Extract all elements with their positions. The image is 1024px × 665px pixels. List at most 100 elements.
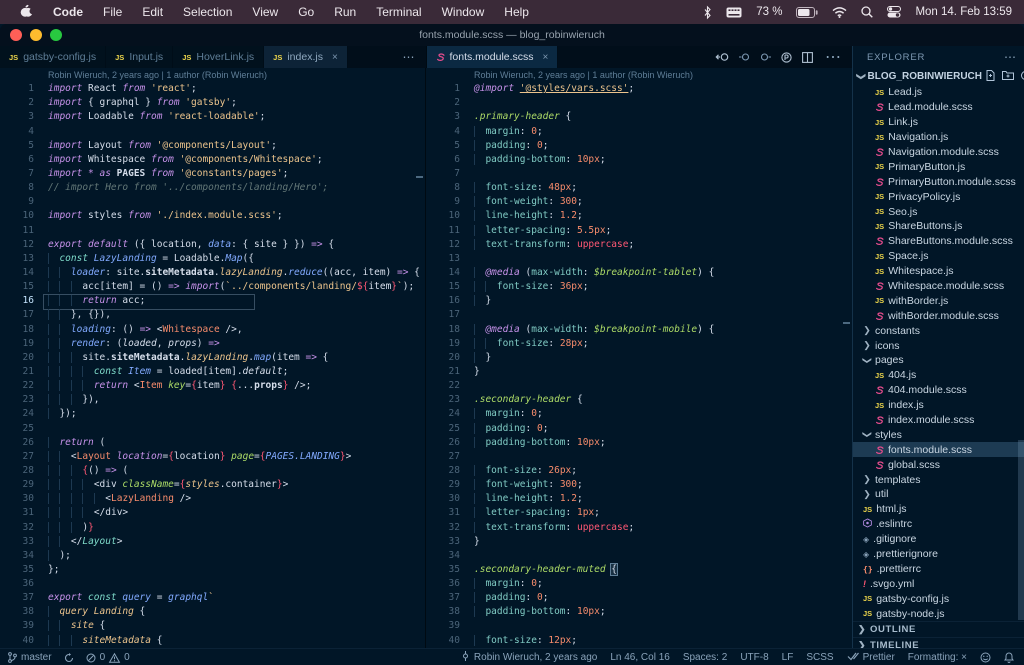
close-tab-icon[interactable]: × — [332, 52, 338, 63]
line-number[interactable]: 28 — [426, 464, 460, 478]
code-line[interactable]: 6import Whitespace from '@components/Whi… — [0, 153, 425, 167]
line-number[interactable]: 15 — [0, 280, 34, 294]
line-number[interactable]: 35 — [0, 563, 34, 577]
split-editor-icon[interactable] — [802, 52, 813, 63]
line-number[interactable]: 8 — [0, 181, 34, 195]
code-line[interactable]: 25 padding: 0; — [426, 422, 852, 436]
code-line[interactable]: 14 @media (max-width: $breakpoint-tablet… — [426, 266, 852, 280]
code-line[interactable]: 15 font-size: 36px; — [426, 280, 852, 294]
file-tree-item-Whitespace.js[interactable]: JSWhitespace.js — [853, 264, 1024, 279]
code-line[interactable]: 36 — [0, 577, 425, 591]
code-line[interactable]: 2import { graphql } from 'gatsby'; — [0, 96, 425, 110]
line-number[interactable]: 16 — [426, 294, 460, 308]
line-number[interactable]: 23 — [0, 393, 34, 407]
line-number[interactable]: 16 — [0, 294, 34, 308]
code-line[interactable]: 5 padding: 0; — [426, 139, 852, 153]
code-line[interactable]: 19 font-size: 28px; — [426, 337, 852, 351]
feedback-icon[interactable] — [980, 652, 991, 663]
code-line[interactable]: 22 return <Item key={item} {...props} />… — [0, 379, 425, 393]
status-item-formatting-[interactable]: Formatting: × — [908, 652, 967, 663]
code-line[interactable]: 9 — [0, 195, 425, 209]
file-tree-item-404.js[interactable]: JS404.js — [853, 368, 1024, 383]
code-line[interactable]: 17 }, {}), — [0, 308, 425, 322]
code-line[interactable]: 21} — [426, 365, 852, 379]
code-line[interactable]: 31 </div> — [0, 506, 425, 520]
line-number[interactable]: 7 — [426, 167, 460, 181]
file-tree-item-Space.js[interactable]: JSSpace.js — [853, 249, 1024, 264]
line-number[interactable]: 36 — [426, 577, 460, 591]
close-tab-icon[interactable]: × — [543, 52, 549, 63]
search-icon[interactable] — [861, 6, 873, 18]
sidebar-scrollbar[interactable] — [1018, 440, 1024, 620]
code-line[interactable]: 40 font-size: 12px; — [426, 634, 852, 648]
file-tree-item-PrimaryButton.js[interactable]: JSPrimaryButton.js — [853, 159, 1024, 174]
bell-icon[interactable] — [1004, 652, 1014, 663]
file-tree-item-PrivacyPolicy.js[interactable]: JSPrivacyPolicy.js — [853, 189, 1024, 204]
code-line[interactable]: 26 padding-bottom: 10px; — [426, 436, 852, 450]
code-line[interactable]: 33} — [426, 535, 852, 549]
line-number[interactable]: 1 — [426, 82, 460, 96]
line-number[interactable]: 30 — [0, 492, 34, 506]
file-tree-item-index.js[interactable]: JSindex.js — [853, 398, 1024, 413]
window-titlebar[interactable]: fonts.module.scss — blog_robinwieruch — [0, 24, 1024, 46]
line-number[interactable]: 6 — [426, 153, 460, 167]
file-tree-item-styles[interactable]: ❯styles — [853, 427, 1024, 442]
line-number[interactable]: 33 — [426, 535, 460, 549]
line-number[interactable]: 20 — [0, 351, 34, 365]
line-number[interactable]: 9 — [426, 195, 460, 209]
file-tree-item-.eslintrc[interactable]: .eslintrc — [853, 517, 1024, 532]
line-number[interactable]: 13 — [426, 252, 460, 266]
line-number[interactable]: 38 — [426, 605, 460, 619]
file-tree-item-icons[interactable]: ❯icons — [853, 338, 1024, 353]
file-tree-item-.svgo.yml[interactable]: !.svgo.yml — [853, 576, 1024, 591]
code-line[interactable]: 10import styles from './index.module.scs… — [0, 209, 425, 223]
menu-file[interactable]: File — [93, 5, 132, 19]
line-number[interactable]: 3 — [426, 110, 460, 124]
code-line[interactable]: 34 — [426, 549, 852, 563]
menu-edit[interactable]: Edit — [132, 5, 173, 19]
line-number[interactable]: 21 — [0, 365, 34, 379]
menu-window[interactable]: Window — [432, 5, 495, 19]
code-line[interactable]: 35}; — [0, 563, 425, 577]
file-tree-item-ShareButtons.js[interactable]: JSShareButtons.js — [853, 219, 1024, 234]
line-number[interactable]: 7 — [0, 167, 34, 181]
status-item-robin-wieruch-2-years-ago[interactable]: Robin Wieruch, 2 years ago — [461, 651, 597, 664]
line-number[interactable]: 18 — [0, 323, 34, 337]
code-line[interactable]: 27 <Layout location={location} page={PAG… — [0, 450, 425, 464]
new-file-icon[interactable] — [985, 70, 996, 84]
line-number[interactable]: 24 — [426, 407, 460, 421]
code-line[interactable]: 19 render: (loaded, props) => — [0, 337, 425, 351]
line-number[interactable]: 19 — [426, 337, 460, 351]
left-tab-HoverLink.js[interactable]: JSHoverLink.js — [173, 46, 264, 68]
refresh-icon[interactable] — [1020, 70, 1024, 84]
line-number[interactable]: 39 — [0, 619, 34, 633]
line-number[interactable]: 27 — [426, 450, 460, 464]
left-tab-gatsby-config.js[interactable]: JSgatsby-config.js — [0, 46, 106, 68]
code-line[interactable]: 29 font-weight: 300; — [426, 478, 852, 492]
code-line[interactable]: 10 line-height: 1.2; — [426, 209, 852, 223]
file-tree-item-gatsby-node.js[interactable]: JSgatsby-node.js — [853, 606, 1024, 621]
line-number[interactable]: 40 — [426, 634, 460, 648]
menu-go[interactable]: Go — [288, 5, 324, 19]
file-tree-item-gatsby-config.js[interactable]: JSgatsby-config.js — [853, 591, 1024, 606]
code-line[interactable]: 35.secondary-header-muted { — [426, 563, 852, 577]
code-line[interactable]: 9 font-weight: 300; — [426, 195, 852, 209]
line-number[interactable]: 39 — [426, 619, 460, 633]
tab-overflow-button[interactable]: ⋯ — [393, 50, 426, 64]
status-item-utf-8[interactable]: UTF-8 — [740, 652, 768, 663]
code-line[interactable]: 4 margin: 0; — [426, 125, 852, 139]
code-line[interactable]: 40 siteMetadata { — [0, 634, 425, 648]
code-line[interactable]: 37export const query = graphql` — [0, 591, 425, 605]
line-number[interactable]: 10 — [0, 209, 34, 223]
code-line[interactable]: 5import Layout from '@components/Layout'… — [0, 139, 425, 153]
file-tree-item-.prettierignore[interactable]: ◈.prettierignore — [853, 547, 1024, 562]
code-line[interactable]: 18 loading: () => <Whitespace />, — [0, 323, 425, 337]
line-number[interactable]: 31 — [426, 506, 460, 520]
open-changes-icon[interactable] — [716, 52, 729, 62]
line-number[interactable]: 38 — [0, 605, 34, 619]
code-line[interactable]: 34 ); — [0, 549, 425, 563]
line-number[interactable]: 36 — [0, 577, 34, 591]
editor-more-actions[interactable]: ⋯ — [823, 47, 844, 67]
code-line[interactable]: 1import React from 'react'; — [0, 82, 425, 96]
line-number[interactable]: 3 — [0, 110, 34, 124]
